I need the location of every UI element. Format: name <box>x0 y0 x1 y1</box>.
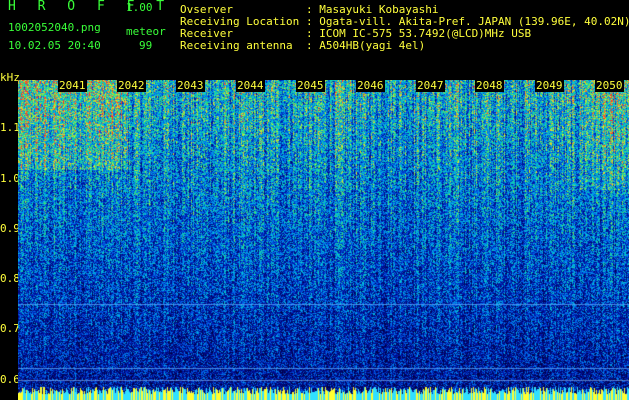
x-tick-label: 2046 <box>356 79 385 92</box>
x-tick-label: 2047 <box>416 79 445 92</box>
x-tick-label: 2049 <box>535 79 564 92</box>
x-tick-label: 2048 <box>475 79 504 92</box>
time-axis: 2041 2042 2043 2044 2045 2046 2047 2048 … <box>18 80 629 92</box>
mode-label: meteor <box>126 25 166 38</box>
info-value-antenna: : A504HB(yagi 4el) <box>306 39 426 52</box>
spectrogram-image <box>18 80 629 400</box>
y-tick-label: 0.8 <box>0 272 20 285</box>
x-tick-label: 2041 <box>58 79 87 92</box>
y-unit-label: kHz <box>0 71 20 84</box>
meteor-count: 99 <box>139 39 153 52</box>
y-tick-label: 1.0 <box>0 172 20 185</box>
y-tick-label: 0.7 <box>0 322 20 335</box>
app-version: 1.00 <box>126 1 153 14</box>
y-tick-label: 0.6 <box>0 373 20 386</box>
datetime: 10.02.05 20:40 <box>8 39 101 52</box>
spectrogram-panel: 2041 2042 2043 2044 2045 2046 2047 2048 … <box>18 80 629 400</box>
y-tick-label: 0.9 <box>0 222 20 235</box>
info-key-antenna: Receiving antenna <box>180 39 293 52</box>
y-tick-label: 1.1 <box>0 121 20 134</box>
x-tick-label: 2044 <box>236 79 265 92</box>
x-tick-label: 2050 <box>595 79 624 92</box>
x-tick-label: 2045 <box>296 79 325 92</box>
x-tick-label: 2043 <box>176 79 205 92</box>
file-name: 1002052040.png <box>8 21 101 34</box>
frequency-axis: kHz 1.1 1.0 0.9 0.8 0.7 0.6 <box>0 71 20 400</box>
x-tick-label: 2042 <box>117 79 146 92</box>
